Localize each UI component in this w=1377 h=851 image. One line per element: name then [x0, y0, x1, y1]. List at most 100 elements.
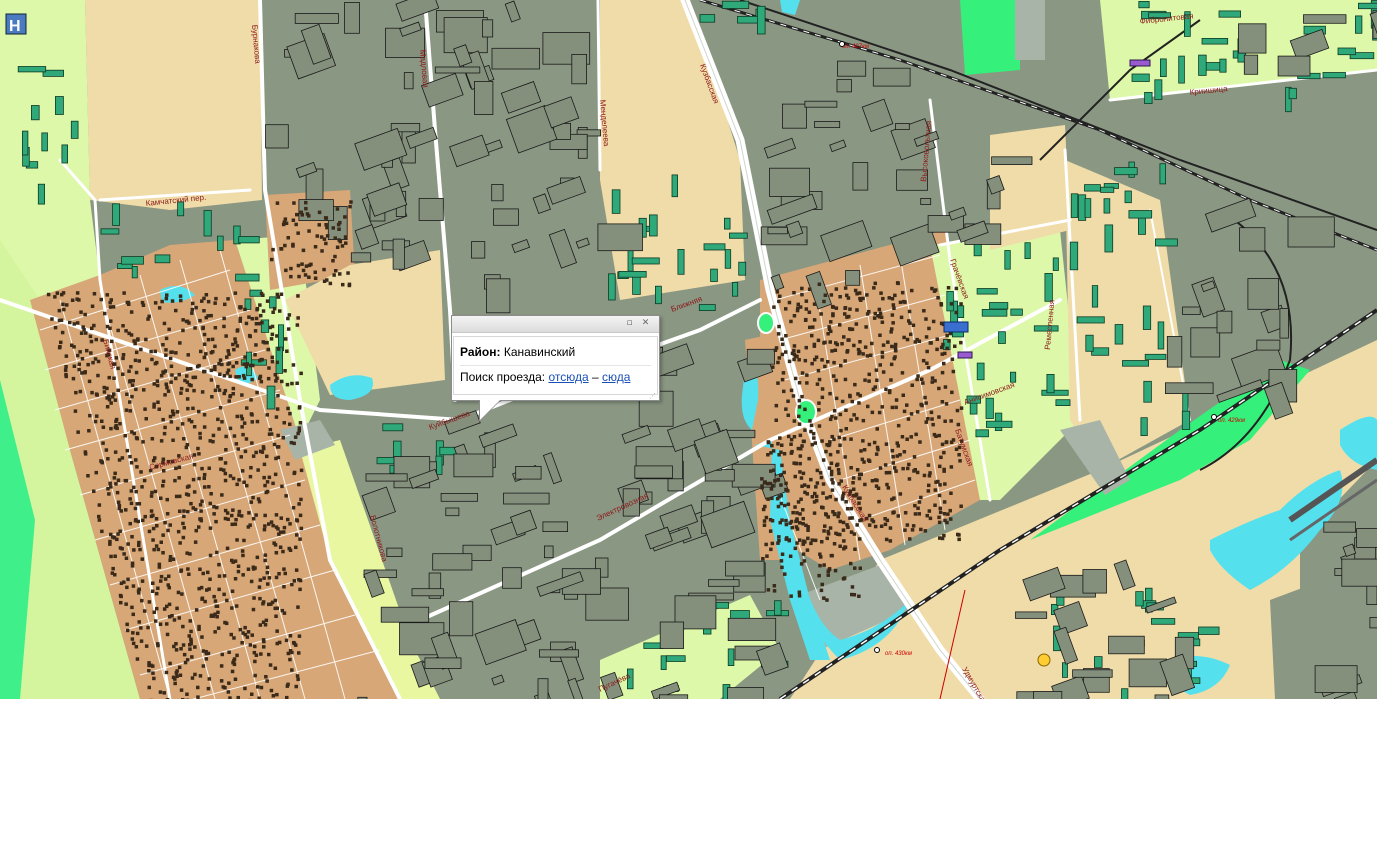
building-private-house	[814, 494, 819, 499]
building-residential	[1010, 308, 1023, 316]
building-private-house	[885, 518, 890, 523]
maximize-icon[interactable]: ▫	[624, 318, 635, 329]
building-private-house	[226, 349, 230, 353]
building-private-house	[158, 690, 163, 694]
building-industrial	[659, 694, 689, 699]
building-private-house	[788, 554, 793, 558]
building-private-house	[226, 517, 230, 521]
building-private-house	[286, 316, 290, 321]
building-private-house	[838, 412, 843, 417]
building-private-house	[294, 568, 299, 572]
building-private-house	[294, 684, 298, 689]
building-residential	[382, 423, 404, 432]
building-private-house	[119, 600, 123, 605]
building-private-house	[288, 411, 292, 416]
building-private-house	[93, 357, 98, 361]
building-private-house	[114, 419, 118, 424]
building-private-house	[949, 419, 953, 423]
building-private-house	[267, 475, 272, 480]
building-private-house	[798, 433, 803, 438]
building-private-house	[166, 528, 170, 533]
building-private-house	[786, 399, 790, 403]
building-private-house	[878, 466, 883, 470]
building-private-house	[938, 536, 942, 540]
building-private-house	[275, 360, 279, 365]
building-private-house	[937, 433, 941, 438]
building-private-house	[886, 340, 890, 344]
building-private-house	[764, 515, 769, 520]
building-private-house	[185, 367, 190, 371]
building-private-house	[798, 470, 802, 474]
building-private-house	[200, 390, 205, 394]
building-private-house	[53, 295, 57, 299]
building-private-house	[165, 293, 169, 297]
building-private-house	[171, 557, 176, 561]
building-private-house	[770, 541, 775, 546]
building-private-house	[775, 496, 780, 501]
building-private-house	[872, 440, 877, 445]
building-private-house	[283, 571, 287, 576]
building-private-house	[208, 501, 212, 506]
building-private-house	[213, 630, 217, 634]
building-private-house	[783, 572, 787, 576]
rail-stop-icon-1	[839, 41, 845, 47]
resize-handle-icon[interactable]: ⋰	[649, 392, 657, 400]
popup-titlebar[interactable]: ▫ ✕	[452, 316, 659, 333]
building-industrial	[836, 79, 852, 93]
building-private-house	[795, 518, 799, 523]
building-private-house	[193, 375, 198, 380]
route-from-link[interactable]: отсюда	[548, 370, 588, 384]
building-private-house	[198, 567, 202, 571]
building-residential	[1160, 58, 1167, 78]
building-private-house	[828, 452, 833, 457]
building-private-house	[872, 286, 876, 290]
building-private-house	[193, 540, 198, 544]
building-private-house	[177, 465, 182, 469]
building-private-house	[780, 463, 784, 468]
building-private-house	[177, 665, 182, 670]
building-private-house	[240, 549, 245, 553]
building-private-house	[347, 283, 352, 288]
building-private-house	[780, 342, 785, 347]
building-private-house	[796, 302, 800, 307]
building-industrial	[1287, 216, 1335, 248]
building-private-house	[849, 530, 854, 534]
building-private-house	[769, 451, 773, 455]
building-industrial	[1190, 327, 1221, 358]
building-private-house	[115, 490, 120, 495]
poi-marker-icon[interactable]	[1037, 653, 1051, 667]
building-private-house	[142, 388, 146, 392]
building-private-house	[953, 344, 957, 348]
building-private-house	[204, 657, 209, 661]
close-icon[interactable]: ✕	[640, 318, 651, 329]
route-to-link[interactable]: сюда	[602, 370, 630, 384]
building-private-house	[122, 580, 126, 584]
building-private-house	[267, 366, 271, 370]
building-private-house	[96, 359, 101, 364]
building-private-house	[270, 332, 275, 337]
building-private-house	[265, 340, 269, 345]
building-private-house	[102, 385, 106, 390]
building-private-house	[812, 511, 817, 515]
rail-stop-label-1: оп. 427км	[842, 44, 869, 50]
building-private-house	[909, 332, 913, 337]
building-private-house	[198, 318, 202, 323]
building-private-house	[843, 306, 848, 310]
building-private-house	[279, 247, 283, 251]
building-private-house	[164, 348, 168, 352]
building-private-house	[118, 546, 123, 550]
building-residential	[55, 96, 64, 115]
building-private-house	[254, 316, 259, 321]
rail-stop-icon-2	[1211, 414, 1217, 420]
building-private-house	[258, 596, 262, 601]
building-private-house	[317, 223, 321, 227]
building-private-house	[917, 500, 922, 504]
building-private-house	[863, 378, 867, 382]
building-private-house	[97, 514, 101, 519]
building-private-house	[777, 299, 781, 304]
building-private-house	[823, 364, 827, 369]
map-canvas[interactable]: Н Камчатский пер. Бурнакова Ближняя Кузб…	[0, 0, 1377, 699]
building-private-house	[810, 333, 814, 338]
building-private-house	[266, 582, 270, 586]
building-residential	[1100, 186, 1115, 193]
